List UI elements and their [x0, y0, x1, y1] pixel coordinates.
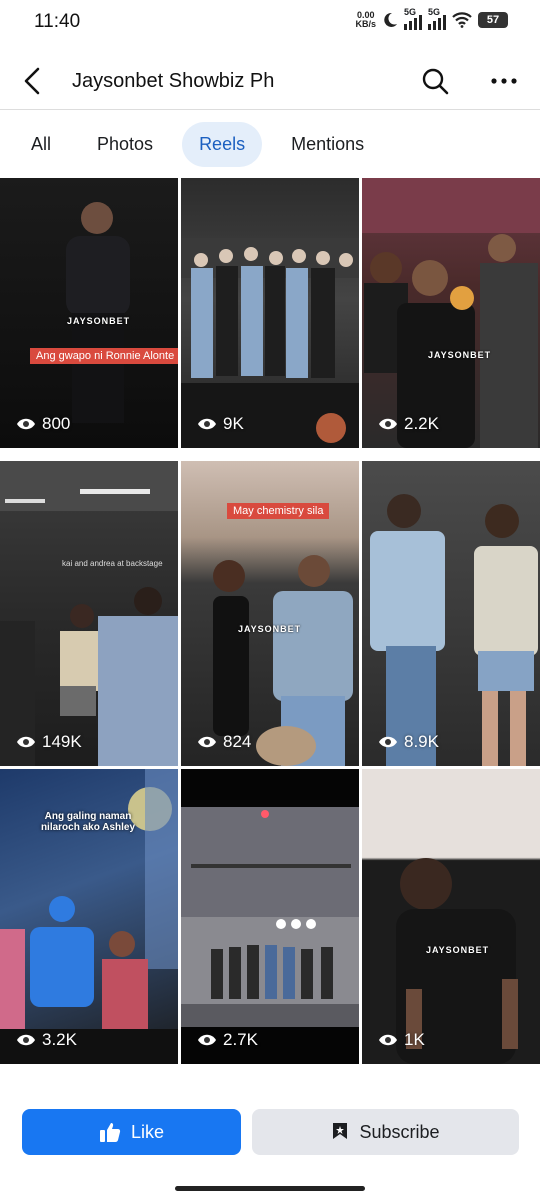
reel-image — [181, 238, 359, 448]
subscribe-icon — [333, 1123, 348, 1139]
reel-image — [66, 202, 130, 423]
like-label: Like — [130, 1121, 165, 1142]
reel-image — [396, 858, 518, 1064]
view-count: 149K — [16, 732, 82, 752]
back-arrow-icon[interactable] — [18, 64, 48, 98]
watermark: JAYSONBET — [426, 945, 490, 955]
eye-icon — [17, 418, 35, 430]
view-count: 3.2K — [16, 1030, 77, 1050]
tab-mentions[interactable]: Mentions — [274, 122, 381, 167]
like-button[interactable]: Like — [22, 1109, 241, 1155]
signal-1-icon: 5G — [404, 7, 422, 30]
reel-image — [370, 494, 538, 766]
subscribe-label: Subscribe — [359, 1121, 440, 1142]
reel-caption: May chemistry sila — [227, 503, 330, 519]
eye-icon — [198, 736, 216, 748]
signal-2-icon: 5G — [428, 7, 446, 30]
view-count: 8.9K — [378, 732, 439, 752]
view-count: 2.7K — [197, 1030, 258, 1050]
bottom-action-bar: Like Subscribe — [0, 1086, 540, 1199]
eye-icon — [17, 1034, 35, 1046]
page-header: Jaysonbet Showbiz Ph — [0, 52, 540, 110]
battery-indicator: 57 — [478, 11, 508, 28]
tab-photos[interactable]: Photos — [80, 122, 170, 167]
reel-thumbnail[interactable]: JAYSONBET 2.2K — [362, 178, 540, 448]
eye-icon — [17, 736, 35, 748]
moon-icon — [384, 12, 397, 27]
tab-reels[interactable]: Reels — [182, 121, 263, 167]
reel-caption: Ang gwapo ni Ronnie Alonte — [30, 348, 178, 364]
reel-thumbnail[interactable]: 9K — [181, 178, 359, 448]
watermark: JAYSONBET — [428, 350, 492, 360]
view-count: 1K — [378, 1030, 425, 1050]
status-time: 11:40 — [34, 11, 81, 32]
reel-caption: Ang galing naman nilaroch ako Ashley — [40, 811, 136, 833]
reel-thumbnail[interactable]: JAYSONBET Ang gwapo ni Ronnie Alonte 800 — [0, 178, 178, 448]
view-count: 9K — [197, 414, 244, 434]
view-count: 2.2K — [378, 414, 439, 434]
content-tabs: All Photos Reels Mentions — [14, 120, 381, 168]
reel-thumbnail[interactable]: JAYSONBET 1K — [362, 769, 540, 1064]
more-options-icon[interactable] — [488, 65, 520, 97]
reel-image — [0, 461, 178, 766]
reel-thumbnail[interactable]: May chemistry sila JAYSONBET 824 — [181, 461, 359, 766]
eye-icon — [198, 418, 216, 430]
reel-caption: kai and andrea at backstage — [62, 559, 163, 568]
eye-icon — [379, 418, 397, 430]
status-bar: 11:40 0.00 KB/s 5G 5G 57 — [0, 0, 540, 46]
reel-thumbnail[interactable]: 8.9K — [362, 461, 540, 766]
view-count: 824 — [197, 732, 251, 752]
eye-icon — [198, 1034, 216, 1046]
watermark: JAYSONBET — [238, 624, 302, 634]
reel-thumbnail[interactable]: kai and andrea at backstage 149K — [0, 461, 178, 766]
search-icon[interactable] — [419, 65, 451, 97]
reel-thumbnail[interactable]: Ang galing naman nilaroch ako Ashley 3.2… — [0, 769, 178, 1064]
subscribe-button[interactable]: Subscribe — [252, 1109, 519, 1155]
home-indicator[interactable] — [175, 1186, 365, 1191]
reel-thumbnail[interactable]: 2.7K — [181, 769, 359, 1064]
thumbs-up-icon — [99, 1123, 121, 1142]
status-icons: 0.00 KB/s 5G 5G 57 — [355, 7, 508, 30]
reel-image — [362, 178, 540, 448]
view-count: 800 — [16, 414, 70, 434]
reel-image — [181, 807, 359, 1027]
watermark: JAYSONBET — [67, 316, 131, 326]
page-title: Jaysonbet Showbiz Ph — [72, 70, 275, 92]
wifi-icon — [452, 11, 472, 28]
eye-icon — [379, 736, 397, 748]
network-speed: 0.00 KB/s — [355, 9, 376, 29]
eye-icon — [379, 1034, 397, 1046]
tab-all[interactable]: All — [14, 122, 68, 167]
